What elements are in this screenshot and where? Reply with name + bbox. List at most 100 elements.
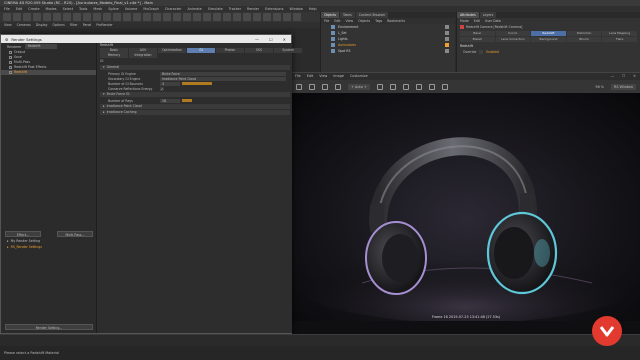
item-checkbox[interactable] <box>9 51 12 54</box>
material-tag-icon[interactable] <box>445 37 449 41</box>
object-row[interactable]: Spot RS <box>321 48 455 54</box>
lock-icon[interactable] <box>376 83 383 90</box>
minimize-icon[interactable]: — <box>611 73 614 80</box>
save-icon[interactable] <box>415 83 422 90</box>
conserve-reflections-checkbox[interactable]: ✓ <box>160 86 164 91</box>
toolbar-tool-icon[interactable] <box>113 13 121 21</box>
attribute-tab-background[interactable]: Background <box>531 37 566 42</box>
pause-icon[interactable] <box>389 83 396 90</box>
toolbar-tool-icon[interactable] <box>63 13 71 21</box>
toolbar-tool-icon[interactable] <box>253 13 261 21</box>
material-tag-icon[interactable] <box>445 43 449 47</box>
irradiance-point-cloud-group[interactable]: ▸ Irradiance Point Cloud <box>100 104 290 109</box>
tab-memory[interactable]: Memory <box>100 53 128 58</box>
tab-system[interactable]: System <box>274 48 302 53</box>
attribute-tab-coord-[interactable]: Coord. <box>495 31 531 36</box>
object-menu-view[interactable]: View <box>346 18 354 24</box>
item-checkbox[interactable] <box>9 71 12 74</box>
render-view-menu-edit[interactable]: Edit <box>307 73 314 80</box>
attribute-tab-redshift[interactable]: Redshift <box>531 31 566 36</box>
render-view-menu-file[interactable]: File <box>295 73 301 80</box>
render-preset-item[interactable]: ▸ RS_Render Settings <box>1 244 97 250</box>
maximize-icon[interactable]: ☐ <box>269 37 273 42</box>
window-controls[interactable]: — ☐ ✕ <box>611 73 640 80</box>
gi-bounces-input[interactable]: 3 <box>160 81 180 86</box>
secondary-gi-select[interactable]: Irradiance Point Cloud <box>160 76 286 81</box>
view-menu-display[interactable]: Display <box>36 22 48 28</box>
view-menu-options[interactable]: Options <box>53 22 65 28</box>
view-dropdown[interactable]: RS Window <box>611 83 636 90</box>
minimize-icon[interactable]: — <box>255 37 259 42</box>
toolbar-tool-icon[interactable] <box>13 13 21 21</box>
num-rays-input[interactable]: 16 <box>160 98 180 103</box>
attribute-tab-flare[interactable]: Flare <box>602 37 637 42</box>
toolbar-tool-icon[interactable] <box>263 13 271 21</box>
toolbar-tool-icon[interactable] <box>183 13 191 21</box>
toolbar-tool-icon[interactable] <box>203 13 211 21</box>
item-checkbox[interactable] <box>9 66 12 69</box>
material-tag-icon[interactable] <box>445 49 449 53</box>
toolbar-tool-icon[interactable] <box>173 13 181 21</box>
tab-integration[interactable]: Integration <box>129 53 157 58</box>
toolbar-tool-icon[interactable] <box>293 13 301 21</box>
toolbar-tool-icon[interactable] <box>213 13 221 21</box>
render-setting-button[interactable]: Render Setting... <box>5 324 93 330</box>
toolbar-tool-icon[interactable] <box>3 13 11 21</box>
view-menu-filter[interactable]: Filter <box>70 22 78 28</box>
maximize-icon[interactable]: ☐ <box>622 73 625 80</box>
view-menu-panel[interactable]: Panel <box>83 22 92 28</box>
render-view-menu-customize[interactable]: Customize <box>350 73 368 80</box>
toolbar-tool-icon[interactable] <box>283 13 291 21</box>
toolbar-tool-icon[interactable] <box>73 13 81 21</box>
material-tag-icon[interactable] <box>445 25 449 29</box>
snapshot-icon[interactable] <box>335 83 341 90</box>
toolbar-tool-icon[interactable] <box>153 13 161 21</box>
item-checkbox[interactable] <box>9 56 12 59</box>
item-checkbox[interactable] <box>9 61 12 64</box>
attribute-tab-bokeh[interactable]: Bokeh <box>460 37 495 42</box>
attribute-tab-distortion[interactable]: Distortion <box>566 31 602 36</box>
toolbar-tool-icon[interactable] <box>223 13 231 21</box>
render-view-menu-view[interactable]: View <box>319 73 327 80</box>
toolbar-tool-icon[interactable] <box>233 13 241 21</box>
material-tag-icon[interactable] <box>445 31 449 35</box>
timeline[interactable] <box>0 334 640 346</box>
close-icon[interactable]: ✕ <box>283 37 286 42</box>
gi-bounces-slider[interactable] <box>182 82 212 85</box>
toolbar-tool-icon[interactable] <box>43 13 51 21</box>
render-view-menu-image[interactable]: Image <box>333 73 344 80</box>
object-menu-edit[interactable]: Edit <box>334 18 340 24</box>
stop-icon[interactable] <box>309 83 315 90</box>
multipass-button[interactable]: Multi-Pass... <box>57 231 93 237</box>
object-menu-bookmarks[interactable]: Bookmarks <box>387 18 405 24</box>
num-rays-slider[interactable] <box>182 99 192 102</box>
toolbar-tool-icon[interactable] <box>33 13 41 21</box>
mode-dropdown[interactable]: + Auto + <box>348 83 370 90</box>
general-group[interactable]: ▾ General <box>100 65 290 70</box>
toolbar-tool-icon[interactable] <box>193 13 201 21</box>
tab-optimization[interactable]: Optimization <box>158 48 186 53</box>
toolbar-tool-icon[interactable] <box>93 13 101 21</box>
toolbar-tool-icon[interactable] <box>133 13 141 21</box>
histogram-icon[interactable] <box>428 83 435 90</box>
region-icon[interactable] <box>322 83 328 90</box>
camera-icon[interactable] <box>402 83 409 90</box>
settings-list-item[interactable]: Redshift <box>1 70 96 75</box>
attribute-tab-basic[interactable]: Basic <box>460 31 495 36</box>
irradiance-caching-group[interactable]: ▸ Irradiance Caching <box>100 110 290 115</box>
toolbar-tool-icon[interactable] <box>23 13 31 21</box>
object-menu-file[interactable]: File <box>324 18 329 24</box>
override-checkbox[interactable] <box>479 50 484 54</box>
toolbar-tool-icon[interactable] <box>53 13 61 21</box>
attribute-tab-bloom[interactable]: Bloom <box>566 37 602 42</box>
object-menu-objects[interactable]: Objects <box>358 18 370 24</box>
attribute-tab-lens-correction[interactable]: Lens Correction <box>495 37 531 42</box>
render-icon[interactable] <box>296 83 302 90</box>
tab-gi[interactable]: GI <box>187 48 215 53</box>
view-menu-prorender[interactable]: ProRender <box>96 22 112 28</box>
view-menu-cameras[interactable]: Cameras <box>17 22 31 28</box>
toolbar-tool-icon[interactable] <box>243 13 251 21</box>
tab-photon[interactable]: Photon <box>216 48 244 53</box>
object-menu-tags[interactable]: Tags <box>375 18 382 24</box>
close-icon[interactable]: ✕ <box>633 73 636 80</box>
